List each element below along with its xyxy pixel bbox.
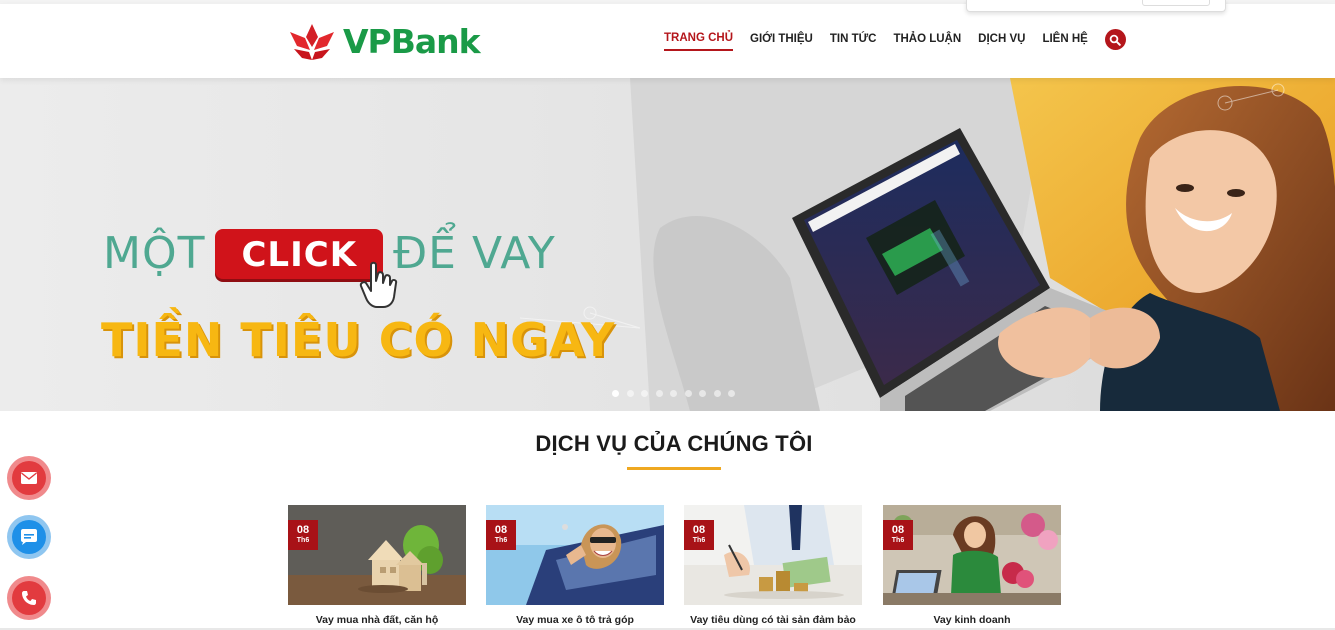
- phone-button[interactable]: [7, 576, 51, 620]
- date-day: 08: [296, 524, 310, 536]
- slider-dot[interactable]: [641, 390, 648, 397]
- date-day: 08: [494, 524, 508, 536]
- nav-item-services[interactable]: DỊCH VỤ: [978, 33, 1025, 50]
- date-day: 08: [891, 524, 905, 536]
- date-month: Th6: [296, 537, 310, 544]
- slider-dots: [612, 390, 743, 397]
- page: VPBank TRANG CHỦ GIỚI THIỆU TIN TỨC THẢO…: [0, 0, 1335, 630]
- card-title[interactable]: Vay tiêu dùng có tài sản đảm bảo: [684, 614, 862, 626]
- card-image-money[interactable]: 08 Th6: [684, 505, 862, 605]
- date-badge: 08 Th6: [684, 520, 714, 550]
- slider-dot[interactable]: [655, 390, 663, 397]
- email-button-inner: [12, 461, 46, 495]
- banner-word-2: ĐỂ VAY: [393, 228, 556, 279]
- date-month: Th6: [891, 537, 905, 544]
- date-badge: 08 Th6: [288, 520, 318, 550]
- nav-item-news[interactable]: TIN TỨC: [830, 33, 877, 50]
- hero-banner[interactable]: MỘT CLICK ĐỂ VAY TIỀN TIÊU CÓ NGAY: [0, 78, 1335, 411]
- nav-item-about[interactable]: GIỚI THIỆU: [750, 33, 813, 50]
- date-badge: 08 Th6: [486, 520, 516, 550]
- banner-click-badge: CLICK: [215, 228, 398, 308]
- slider-dot[interactable]: [626, 390, 634, 397]
- search-icon: [1110, 34, 1122, 46]
- slider-dot[interactable]: [684, 390, 692, 397]
- slider-dot[interactable]: [713, 390, 721, 397]
- banner-click-label: CLICK: [241, 234, 358, 275]
- nav-item-discussion[interactable]: THẢO LUẬN: [893, 33, 961, 50]
- logo-text: VPBank: [343, 21, 481, 61]
- zalo-button-inner: [12, 520, 46, 554]
- nav-item-contact[interactable]: LIÊN HỆ: [1042, 33, 1087, 50]
- section-title: DỊCH VỤ CỦA CHÚNG TÔI: [535, 431, 813, 456]
- slider-dot[interactable]: [728, 390, 735, 397]
- date-badge: 08 Th6: [883, 520, 913, 550]
- card-title[interactable]: Vay mua xe ô tô trả góp: [486, 614, 664, 626]
- zalo-button[interactable]: [7, 515, 51, 559]
- vpbank-lotus-icon: [290, 24, 334, 60]
- email-button[interactable]: [7, 456, 51, 500]
- card-image-car[interactable]: 08 Th6: [486, 505, 664, 605]
- service-card[interactable]: 08 Th6 Vay tiêu dùng có tài sản đảm bảo: [684, 505, 862, 626]
- hand-cursor-icon: [359, 261, 398, 308]
- search-field[interactable]: [1142, 0, 1210, 6]
- slider-dot[interactable]: [612, 390, 619, 397]
- phone-icon: [22, 591, 36, 605]
- service-card[interactable]: 08 Th6 Vay mua xe ô tô trả góp: [486, 505, 664, 626]
- search-dropdown: [966, 0, 1226, 12]
- card-title[interactable]: Vay mua nhà đất, căn hộ: [288, 614, 466, 626]
- service-card[interactable]: 08 Th6 Vay mua nhà đất, căn hộ: [288, 505, 466, 626]
- banner-word-1: MỘT: [103, 228, 206, 279]
- date-month: Th6: [494, 537, 508, 544]
- search-button[interactable]: [1104, 29, 1126, 50]
- service-card[interactable]: 08 Th6 Vay kinh doanh: [883, 505, 1061, 626]
- date-day: 08: [692, 524, 706, 536]
- date-month: Th6: [692, 537, 706, 544]
- zalo-chat-icon: [21, 529, 37, 545]
- phone-button-inner: [12, 581, 46, 615]
- main-nav: TRANG CHỦ GIỚI THIỆU TIN TỨC THẢO LUẬN D…: [664, 29, 1126, 51]
- site-header: VPBank TRANG CHỦ GIỚI THIỆU TIN TỨC THẢO…: [0, 4, 1335, 78]
- title-underline: [627, 467, 721, 470]
- slider-dot[interactable]: [670, 390, 677, 397]
- nav-item-home[interactable]: TRANG CHỦ: [664, 32, 733, 51]
- site-logo[interactable]: VPBank: [287, 18, 481, 64]
- envelope-icon: [21, 472, 37, 484]
- card-image-shop[interactable]: 08 Th6: [883, 505, 1061, 605]
- banner-subheadline: TIỀN TIÊU CÓ NGAY: [101, 313, 616, 367]
- card-title[interactable]: Vay kinh doanh: [883, 614, 1061, 626]
- card-image-house[interactable]: 08 Th6: [288, 505, 466, 605]
- banner-headline: MỘT CLICK ĐỂ VAY: [103, 228, 556, 308]
- slider-dot[interactable]: [699, 390, 706, 397]
